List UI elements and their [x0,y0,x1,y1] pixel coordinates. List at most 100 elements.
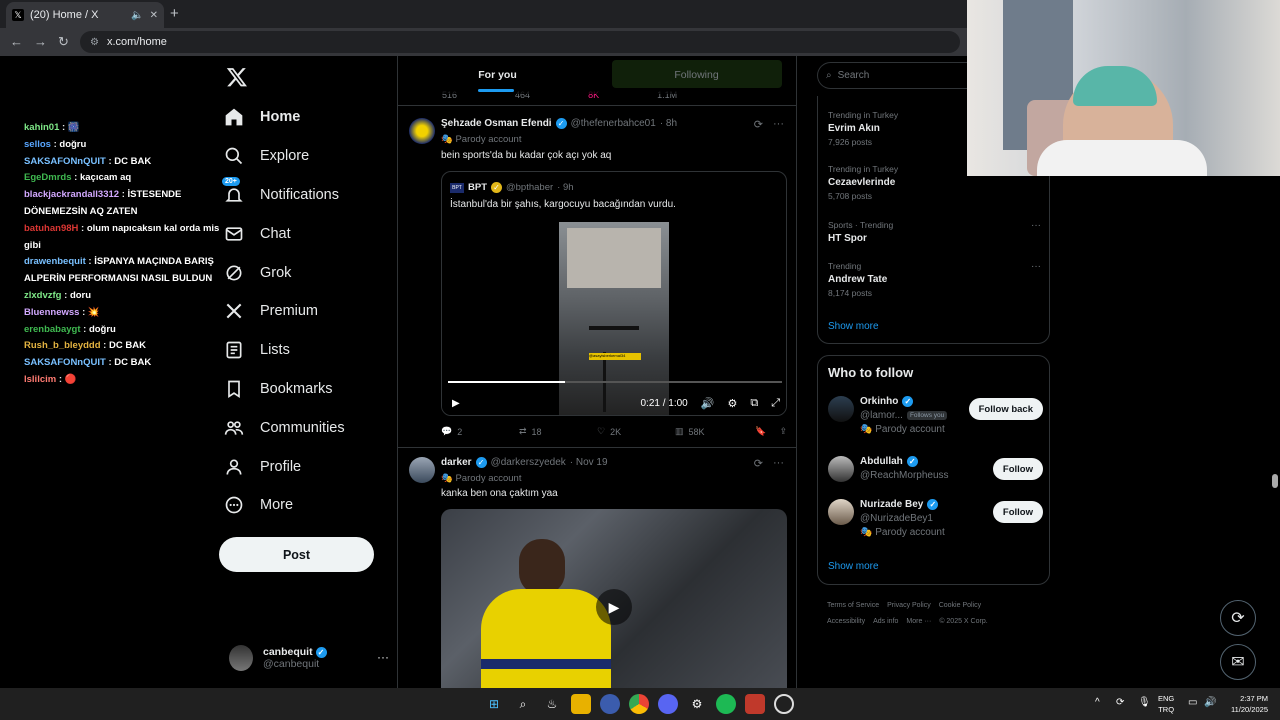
site-info-icon[interactable]: ⚙ [90,37,99,48]
discord-icon[interactable] [658,694,678,714]
more-dots-icon[interactable]: ··· [377,650,389,664]
author-name[interactable]: Şehzade Osman Efendi [441,118,552,129]
chat-user[interactable]: kahin01 [24,122,59,133]
play-icon[interactable]: ▶ [452,398,460,409]
nav-item-bookmarks[interactable]: Bookmarks [222,370,345,409]
app-icon[interactable] [600,694,620,714]
more-dots-icon[interactable]: ··· [1031,220,1041,231]
tab-for-you[interactable]: For you [398,56,597,94]
browser-tab[interactable]: 𝕏 (20) Home / X 🔈 ✕ [6,2,164,28]
follow-suggestion[interactable]: Orkinho ✓ @lamor... Follows you 🎭 Parody a… [828,396,1043,436]
chat-user[interactable]: Rush_b_bleyddd [24,340,101,351]
bookmark-icon[interactable]: 🔖 [755,426,766,437]
avatar[interactable] [828,499,854,525]
author-handle[interactable]: @thefenerbahce01 [571,118,656,129]
chrome-icon[interactable] [629,694,649,714]
follow-button[interactable]: Follow back [968,398,1043,420]
who-to-follow-show-more[interactable]: Show more [828,561,879,572]
footer-link[interactable]: Cookie Policy [939,602,981,609]
nav-item-home[interactable]: Home [222,98,345,137]
nav-item-more[interactable]: More [222,486,345,525]
suggestion-name-text[interactable]: Abdullah [860,456,903,467]
trend-item[interactable]: Sports · Trending HT Spor ··· [828,220,1043,244]
quoted-author[interactable]: BPT [468,182,487,193]
scrollbar-thumb[interactable] [1272,474,1278,488]
volume-icon[interactable]: 🔊 [1204,697,1216,708]
quoted-handle[interactable]: @bpthaber [506,182,553,193]
follow-button[interactable]: Follow [992,458,1043,480]
quoted-time[interactable]: · 9h [557,182,573,193]
trend-item[interactable]: Trending Andrew Tate 8,174 posts ··· [828,261,1043,298]
chat-user[interactable]: SAKSAFONnQUIT [24,357,106,368]
reply-button[interactable]: 💬 2 [441,426,519,437]
suggestion-name-text[interactable]: Orkinho [860,396,898,407]
avatar[interactable] [828,396,854,422]
views-button[interactable]: ▥ 58K [675,426,753,437]
trends-show-more[interactable]: Show more [828,321,879,332]
follow-suggestion[interactable]: Abdullah ✓ @ReachMorpheuss Follow [828,456,1043,496]
chat-user[interactable]: batuhan98H [24,223,78,234]
nav-item-communities[interactable]: Communities [222,408,345,447]
tweet-time[interactable]: · 8h [660,118,677,129]
like-button[interactable]: ♡ 2K [597,426,675,437]
fullscreen-icon[interactable]: ⤢ [771,397,780,410]
nav-item-notifications[interactable]: 20+ Notifications [222,176,345,215]
tweet[interactable]: Şehzade Osman Efendi ✓ @thefenerbahce01 … [398,108,796,448]
network-icon[interactable]: ▭ [1188,697,1197,708]
search-icon[interactable]: ⌕ [513,694,533,714]
chat-user[interactable]: zlxdvzfg [24,290,61,301]
chat-user[interactable]: drawenbequit [24,256,86,267]
video-progress[interactable] [448,381,782,383]
follow-suggestion[interactable]: Nurizade Bey ✓ @NurizadeBey1 🎭 Parody acc… [828,499,1043,539]
account-switcher[interactable]: canbequit ✓ @canbequit ··· [229,640,389,676]
quoted-tweet[interactable]: BPT BPT ✓ @bpthaber · 9h İstanbul'da bir… [441,171,787,416]
chat-user[interactable]: sellos [24,139,51,150]
back-icon[interactable]: ← [10,34,23,49]
settings-icon[interactable]: ⚙ [727,397,737,410]
play-icon[interactable]: ▶ [596,589,632,625]
more-dots-icon[interactable]: ··· [773,457,784,470]
chat-user[interactable]: lslilcim [24,374,56,385]
tray-chevron-icon[interactable]: ^ [1095,697,1100,708]
more-dots-icon[interactable]: ··· [1031,261,1041,272]
windows-start-icon[interactable]: ⊞ [484,694,504,714]
speaker-icon[interactable]: 🔈 [131,10,143,21]
nav-item-premium[interactable]: Premium [222,292,345,331]
steam-icon[interactable]: ♨ [542,694,562,714]
chat-user[interactable]: SAKSAFONnQUIT [24,156,106,167]
footer-link[interactable]: Accessibility [827,618,865,625]
input-language[interactable]: ENG TRQ [1158,693,1174,715]
chat-user[interactable]: blackjackrandall3312 [24,189,119,200]
x-logo-icon[interactable] [226,66,248,88]
repost-button[interactable]: ⇄ 18 [519,426,597,437]
folder-icon[interactable] [571,694,591,714]
post-button[interactable]: Post [219,537,374,572]
follow-button[interactable]: Follow [992,501,1043,523]
spotify-icon[interactable] [716,694,736,714]
suggestion-name-text[interactable]: Nurizade Bey [860,499,923,510]
tweet-video[interactable]: ▶ [441,509,787,688]
nav-item-lists[interactable]: Lists [222,331,345,370]
tweet[interactable]: darker ✓ @darkerszyedek · Nov 19 ⟳ ··· 🎭… [398,448,796,688]
avatar[interactable] [409,457,435,483]
search-input[interactable]: ⌕ Search [817,62,967,89]
url-input[interactable]: ⚙ x.com/home [80,31,960,53]
tweet-time[interactable]: · Nov 19 [570,457,608,468]
video-player[interactable]: @asayisberkemal34 ▶ 0:21 / 1:00 🔊 ⚙ ⧉ ⤢ [442,222,786,415]
author-name[interactable]: darker [441,457,472,468]
grok-icon[interactable]: ⟳ [754,118,763,131]
new-tab-icon[interactable]: + [170,5,179,22]
settings-icon[interactable]: ⚙ [687,694,707,714]
nav-item-grok[interactable]: Grok [222,253,345,292]
microphone-icon[interactable]: 🎙 [1138,697,1151,708]
footer-link[interactable]: More ··· [906,618,931,625]
tab-following[interactable]: Following [597,56,796,94]
tray-app-icon[interactable]: ⟳ [1116,697,1124,708]
reload-icon[interactable]: ↻ [58,34,69,50]
author-handle[interactable]: @darkerszyedek [491,457,566,468]
app-icon[interactable] [774,694,794,714]
clock[interactable]: 2:37 PM 11/20/2025 [1222,693,1268,715]
avatar[interactable] [409,118,435,144]
footer-link[interactable]: Ads info [873,618,898,625]
more-dots-icon[interactable]: ··· [773,118,784,131]
